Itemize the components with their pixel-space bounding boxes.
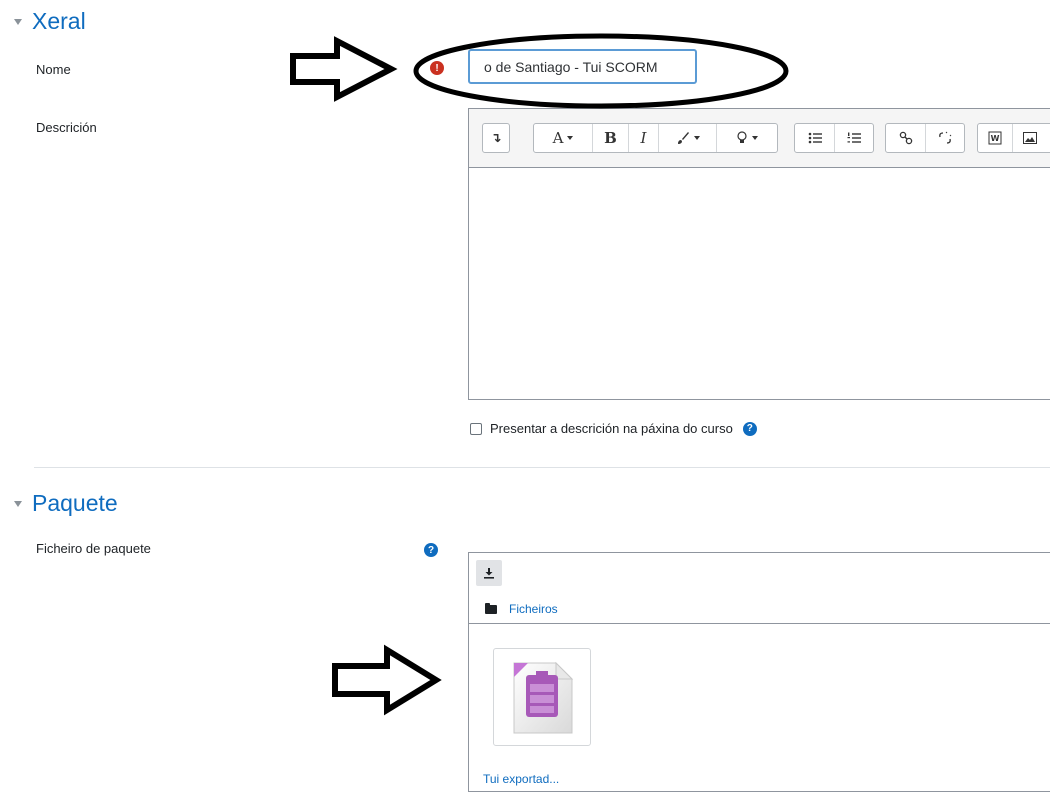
highlight-ellipse <box>413 33 789 109</box>
arrow-right-icon <box>290 36 398 102</box>
annotation-overlay <box>290 33 789 716</box>
arrow-right-icon <box>332 644 442 716</box>
